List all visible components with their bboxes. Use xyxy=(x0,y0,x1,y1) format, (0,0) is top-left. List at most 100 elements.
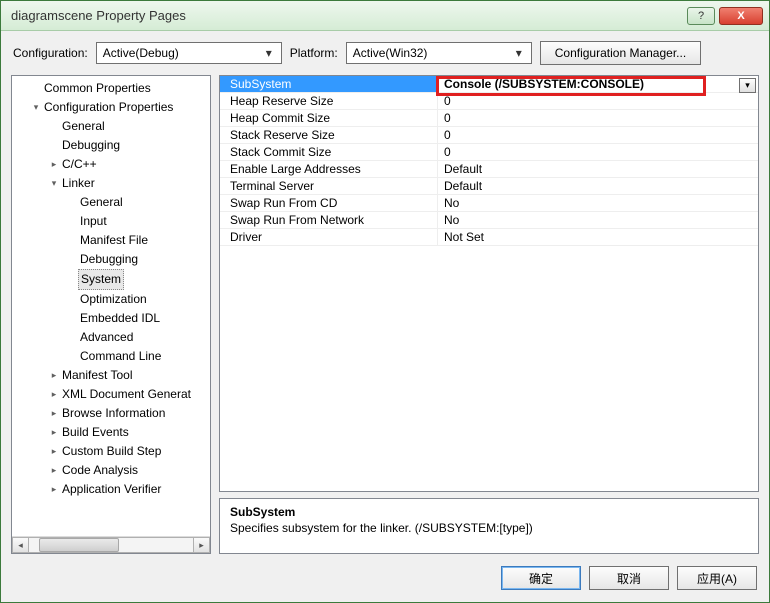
scroll-left-icon[interactable]: ◂ xyxy=(12,537,29,553)
description-text: Specifies subsystem for the linker. (/SU… xyxy=(230,521,748,535)
grid-row[interactable]: Swap Run From CDNo xyxy=(220,195,758,212)
property-value[interactable]: 0 xyxy=(438,93,758,109)
tree-item-label: Optimization xyxy=(78,290,149,309)
expander-open-icon[interactable]: ▾ xyxy=(30,98,42,117)
grid-row[interactable]: Terminal ServerDefault xyxy=(220,178,758,195)
tree-item-app-verifier[interactable]: ▸Application Verifier xyxy=(12,480,210,499)
configuration-bar: Configuration: Active(Debug) ▾ Platform:… xyxy=(1,31,769,75)
tree-item-custom-build-step[interactable]: ▸Custom Build Step xyxy=(12,442,210,461)
property-name: Heap Reserve Size xyxy=(220,93,438,109)
tree-item-xml-doc-gen[interactable]: ▸XML Document Generat xyxy=(12,385,210,404)
grid-row[interactable]: Stack Commit Size0 xyxy=(220,144,758,161)
property-value[interactable]: Console (/SUBSYSTEM:CONSOLE) xyxy=(438,76,758,92)
tree-item-cfg-ccpp[interactable]: ▸C/C++ xyxy=(12,155,210,174)
tree-item-label: C/C++ xyxy=(60,155,99,174)
property-name: Swap Run From Network xyxy=(220,212,438,228)
configuration-combo[interactable]: Active(Debug) ▾ xyxy=(96,42,282,64)
property-name: Stack Reserve Size xyxy=(220,127,438,143)
titlebar-buttons: ? X xyxy=(687,7,763,25)
expander-open-icon[interactable]: ▾ xyxy=(48,174,60,193)
tree-item-cfg-linker[interactable]: ▾Linker xyxy=(12,174,210,193)
expander-closed-icon[interactable]: ▸ xyxy=(48,155,60,174)
tree-item-label: Browse Information xyxy=(60,404,167,423)
tree-item-manifest-tool[interactable]: ▸Manifest Tool xyxy=(12,366,210,385)
expander-closed-icon[interactable]: ▸ xyxy=(48,480,60,499)
chevron-down-icon: ▾ xyxy=(261,46,277,60)
property-name: Driver xyxy=(220,229,438,245)
tree-horizontal-scrollbar[interactable]: ◂ ▸ xyxy=(12,536,210,553)
tree[interactable]: Common Properties▾Configuration Properti… xyxy=(12,76,210,536)
tree-item-linker-advanced[interactable]: Advanced xyxy=(12,328,210,347)
tree-item-cfg-debugging[interactable]: Debugging xyxy=(12,136,210,155)
property-grid[interactable]: ▾ SubSystemConsole (/SUBSYSTEM:CONSOLE)H… xyxy=(219,75,759,492)
tree-item-label: Manifest Tool xyxy=(60,366,134,385)
expander-closed-icon[interactable]: ▸ xyxy=(48,385,60,404)
ok-button[interactable]: 确定 xyxy=(501,566,581,590)
tree-item-linker-debugging[interactable]: Debugging xyxy=(12,250,210,269)
platform-combo[interactable]: Active(Win32) ▾ xyxy=(346,42,532,64)
grid-row[interactable]: Swap Run From NetworkNo xyxy=(220,212,758,229)
tree-item-label: Debugging xyxy=(60,136,122,155)
property-value[interactable]: No xyxy=(438,195,758,211)
chevron-down-icon: ▾ xyxy=(511,46,527,60)
cancel-button[interactable]: 取消 xyxy=(589,566,669,590)
property-value[interactable]: Default xyxy=(438,161,758,177)
platform-label: Platform: xyxy=(290,46,338,60)
tree-item-label: Build Events xyxy=(60,423,131,442)
tree-item-cfg-general[interactable]: General xyxy=(12,117,210,136)
help-button[interactable]: ? xyxy=(687,7,715,25)
tree-item-label: Code Analysis xyxy=(60,461,140,480)
scroll-right-icon[interactable]: ▸ xyxy=(193,537,210,553)
value-dropdown-button[interactable]: ▾ xyxy=(739,78,756,93)
tree-item-label: XML Document Generat xyxy=(60,385,193,404)
expander-closed-icon[interactable]: ▸ xyxy=(48,404,60,423)
configuration-value: Active(Debug) xyxy=(103,46,179,60)
expander-closed-icon[interactable]: ▸ xyxy=(48,442,60,461)
tree-item-linker-input[interactable]: Input xyxy=(12,212,210,231)
grid-row[interactable]: Heap Reserve Size0 xyxy=(220,93,758,110)
tree-item-browse-info[interactable]: ▸Browse Information xyxy=(12,404,210,423)
grid-row[interactable]: Stack Reserve Size0 xyxy=(220,127,758,144)
tree-item-label: General xyxy=(60,117,107,136)
property-name: Terminal Server xyxy=(220,178,438,194)
tree-item-linker-optimization[interactable]: Optimization xyxy=(12,290,210,309)
description-panel: SubSystem Specifies subsystem for the li… xyxy=(219,498,759,554)
tree-item-build-events[interactable]: ▸Build Events xyxy=(12,423,210,442)
property-value[interactable]: Not Set xyxy=(438,229,758,245)
expander-closed-icon[interactable]: ▸ xyxy=(48,423,60,442)
tree-item-label: Common Properties xyxy=(42,79,153,98)
expander-closed-icon[interactable]: ▸ xyxy=(48,366,60,385)
tree-item-label: General xyxy=(78,193,125,212)
configuration-manager-button[interactable]: Configuration Manager... xyxy=(540,41,701,65)
tree-item-linker-embedded-idl[interactable]: Embedded IDL xyxy=(12,309,210,328)
tree-item-label: Manifest File xyxy=(78,231,150,250)
expander-closed-icon[interactable]: ▸ xyxy=(48,461,60,480)
property-value[interactable]: No xyxy=(438,212,758,228)
scroll-thumb[interactable] xyxy=(39,538,119,552)
property-value[interactable]: Default xyxy=(438,178,758,194)
tree-item-label: System xyxy=(78,269,124,290)
property-value[interactable]: 0 xyxy=(438,110,758,126)
apply-button[interactable]: 应用(A) xyxy=(677,566,757,590)
grid-row[interactable]: SubSystemConsole (/SUBSYSTEM:CONSOLE) xyxy=(220,76,758,93)
property-value[interactable]: 0 xyxy=(438,144,758,160)
tree-item-code-analysis[interactable]: ▸Code Analysis xyxy=(12,461,210,480)
scroll-track[interactable] xyxy=(29,537,193,553)
chevron-down-icon: ▾ xyxy=(745,80,750,91)
tree-item-label: Debugging xyxy=(78,250,140,269)
property-name: Enable Large Addresses xyxy=(220,161,438,177)
tree-item-linker-system[interactable]: System xyxy=(12,269,210,290)
grid-row[interactable]: Heap Commit Size0 xyxy=(220,110,758,127)
tree-item-linker-cmdline[interactable]: Command Line xyxy=(12,347,210,366)
grid-row[interactable]: Enable Large AddressesDefault xyxy=(220,161,758,178)
tree-item-linker-general[interactable]: General xyxy=(12,193,210,212)
tree-item-configuration-properties[interactable]: ▾Configuration Properties xyxy=(12,98,210,117)
help-icon: ? xyxy=(698,10,704,22)
grid-row[interactable]: DriverNot Set xyxy=(220,229,758,246)
platform-value: Active(Win32) xyxy=(353,46,428,60)
close-button[interactable]: X xyxy=(719,7,763,25)
tree-item-common-properties[interactable]: Common Properties xyxy=(12,79,210,98)
close-icon: X xyxy=(737,10,744,22)
property-value[interactable]: 0 xyxy=(438,127,758,143)
tree-item-linker-manifest[interactable]: Manifest File xyxy=(12,231,210,250)
